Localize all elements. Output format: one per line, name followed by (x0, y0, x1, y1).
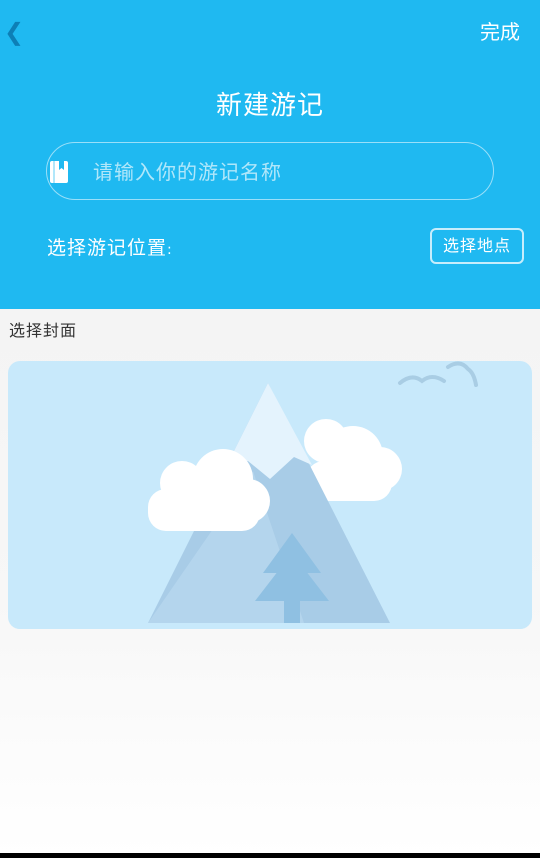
chevron-left-icon: ❮ (4, 18, 25, 46)
bottom-edge (0, 853, 540, 858)
location-label-colon: : (167, 242, 173, 258)
location-label-text: 选择游记位置 (47, 237, 168, 259)
travelogue-name-input[interactable] (91, 151, 485, 193)
done-button[interactable]: 完成 (480, 20, 520, 44)
page-title: 新建游记 (215, 91, 324, 121)
mountain-placeholder-icon (8, 361, 532, 629)
select-place-button[interactable]: 选择地点 (430, 228, 524, 264)
book-icon (49, 160, 69, 184)
header-panel: ❮ 完成 新建游记 选择游记位置: 选择地点 (0, 0, 540, 309)
back-button[interactable]: ❮ (4, 18, 24, 46)
cover-picker[interactable] (8, 361, 532, 629)
travelogue-name-field[interactable] (46, 142, 494, 200)
location-label: 选择游记位置: (47, 234, 173, 264)
cover-section-label: 选择封面 (9, 321, 78, 340)
